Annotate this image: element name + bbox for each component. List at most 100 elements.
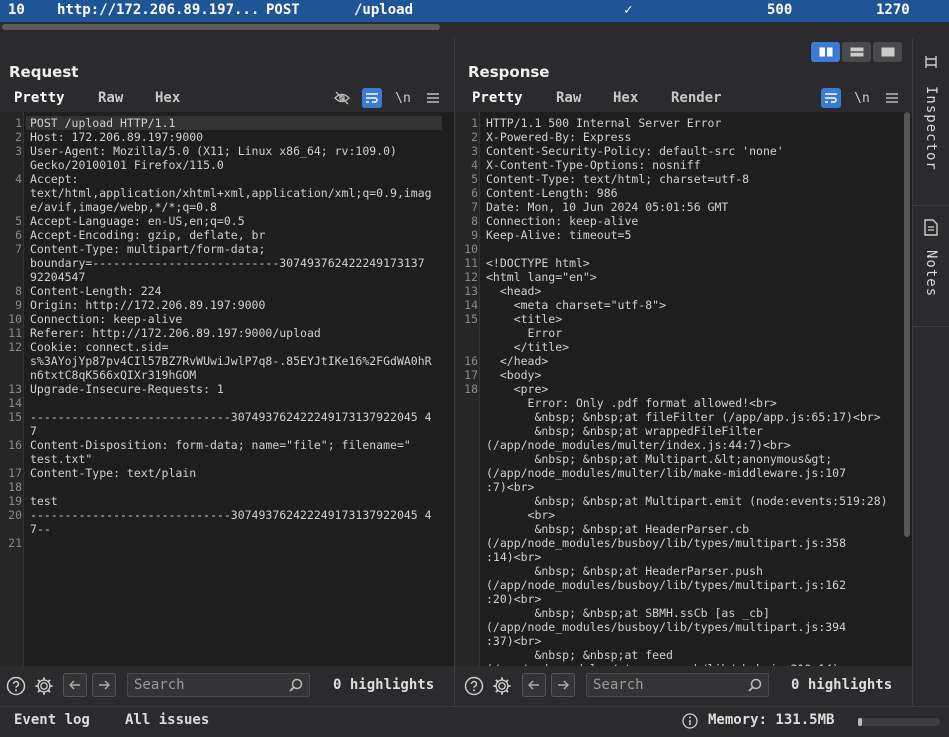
hide-nonprintable-eye-icon[interactable] <box>332 88 352 108</box>
response-vertical-scrollbar[interactable] <box>904 112 910 666</box>
line-number: 17 <box>8 466 22 480</box>
newline-toggle-icon[interactable]: \n <box>393 88 413 108</box>
event-log-link[interactable]: Event log <box>14 712 90 728</box>
code-line: 7 <box>30 424 37 438</box>
history-horizontal-scrollbar[interactable] <box>0 22 949 32</box>
code-line: POST /upload HTTP/1.1 <box>30 116 176 130</box>
code-line: Referer: http://172.206.89.197:9000/uplo… <box>30 326 321 340</box>
code-line: X-Powered-By: Express <box>486 130 632 144</box>
response-search-box[interactable] <box>586 673 769 697</box>
line-number: 5 <box>15 214 22 228</box>
tab-raw[interactable]: Raw <box>98 90 123 106</box>
code-line: <meta charset="utf-8"> <box>486 298 667 312</box>
all-issues-link[interactable]: All issues <box>125 712 209 728</box>
response-search-input[interactable] <box>593 676 743 694</box>
help-icon[interactable] <box>6 676 26 696</box>
tab-pretty[interactable]: Pretty <box>5 90 86 114</box>
row-number: 10 <box>8 2 25 18</box>
layout-toggle-group <box>811 42 903 62</box>
response-tabs: Pretty Raw Hex Render \n <box>456 86 912 114</box>
menu-icon[interactable] <box>423 88 443 108</box>
request-search-input[interactable] <box>134 676 284 694</box>
code-line: (/app/node_modules/multer/lib/make-middl… <box>486 466 847 480</box>
row-method: POST <box>266 2 300 18</box>
line-number: 8 <box>15 284 22 298</box>
sidebar-tab-inspector[interactable]: Inspector <box>913 38 949 206</box>
row-status: 500 <box>767 2 793 18</box>
code-line: HTTP/1.1 500 Internal Server Error <box>486 116 722 130</box>
settings-gear-icon[interactable] <box>492 676 512 696</box>
line-number: 15 <box>464 312 478 326</box>
help-icon[interactable] <box>464 676 484 696</box>
word-wrap-icon[interactable] <box>362 88 382 108</box>
inspector-sidebar: Inspector Notes <box>912 38 949 706</box>
code-line: <!DOCTYPE html> <box>486 256 590 270</box>
code-line: Error <box>486 326 563 340</box>
request-pane: Request Pretty Raw Hex \n 1 POST /upload … <box>0 38 455 706</box>
code-line: Content-Length: 224 <box>30 284 162 298</box>
code-line: :20)<br> <box>486 592 542 606</box>
code-line: <html lang="en"> <box>486 270 597 284</box>
next-arrow-icon[interactable] <box>92 673 116 697</box>
code-line: Upgrade-Insecure-Requests: 1 <box>30 382 224 396</box>
code-line: (/app/node_modules/multer/index.js:44:7)… <box>486 438 791 452</box>
memory-bar <box>858 718 940 726</box>
info-icon <box>682 713 698 733</box>
tab-pretty[interactable]: Pretty <box>463 90 544 114</box>
tab-render[interactable]: Render <box>671 90 722 106</box>
code-line: <head> <box>486 284 542 298</box>
scroll-thumb[interactable] <box>2 24 440 30</box>
line-number: 9 <box>15 298 22 312</box>
code-line: </head> <box>486 354 549 368</box>
code-line: Connection: keep-alive <box>30 312 183 326</box>
next-arrow-icon[interactable] <box>551 673 575 697</box>
code-line: :37)<br> <box>486 634 542 648</box>
code-line: -----------------------------30749376242… <box>30 410 432 424</box>
previous-arrow-icon[interactable] <box>63 673 87 697</box>
line-number: 8 <box>471 214 478 228</box>
sidebar-tab-notes[interactable]: Notes <box>913 206 949 327</box>
row-host: http://172.206.89.197... <box>57 2 260 18</box>
code-line: :7)<br> <box>486 480 535 494</box>
code-line: 7-- <box>30 522 51 536</box>
layout-tabs-icon[interactable] <box>873 42 902 62</box>
settings-gear-icon[interactable] <box>34 676 54 696</box>
code-line: Accept-Encoding: gzip, deflate, br <box>30 228 266 242</box>
code-line: &nbsp; &nbsp;at SBMH.ssCb [as _cb] <box>486 606 770 620</box>
response-title: Response <box>468 63 550 81</box>
code-line: <pre> <box>486 382 549 396</box>
request-search-box[interactable] <box>127 673 310 697</box>
code-line: &nbsp; &nbsp;at Multipart.emit (node:eve… <box>486 494 888 508</box>
line-number: 16 <box>464 354 478 368</box>
search-icon <box>748 678 762 696</box>
tab-hex[interactable]: Hex <box>613 90 638 106</box>
layout-side-by-side-icon[interactable] <box>811 42 840 62</box>
line-number: 14 <box>8 396 22 410</box>
line-number: 3 <box>471 144 478 158</box>
scroll-thumb[interactable] <box>904 112 910 537</box>
history-row-selected[interactable]: 10 http://172.206.89.197... POST /upload… <box>0 0 949 22</box>
menu-icon[interactable] <box>882 88 902 108</box>
code-line: (/app/node_modules/busboy/lib/types/mult… <box>486 578 847 592</box>
line-number: 10 <box>464 242 478 256</box>
code-line: 92204547 <box>30 270 86 284</box>
code-line: &nbsp; &nbsp;at wrappedFileFilter <box>486 424 763 438</box>
layout-stacked-icon[interactable] <box>842 42 871 62</box>
line-number: 5 <box>471 172 478 186</box>
word-wrap-icon[interactable] <box>821 88 841 108</box>
request-editor[interactable]: 1 POST /upload HTTP/1.1 2 Host: 172.206.89.… <box>0 112 454 666</box>
code-line: Connection: keep-alive <box>486 214 639 228</box>
code-line: n6txtC8qK566xQIXr319hGOM <box>30 368 197 382</box>
tab-raw[interactable]: Raw <box>556 90 581 106</box>
memory-usage: Memory: 131.5MB <box>708 712 835 728</box>
tab-hex[interactable]: Hex <box>155 90 180 106</box>
previous-arrow-icon[interactable] <box>522 673 546 697</box>
code-line: Host: 172.206.89.197:9000 <box>30 130 204 144</box>
code-line: Accept-Language: en-US,en;q=0.5 <box>30 214 245 228</box>
response-editor[interactable]: 1 HTTP/1.1 500 Internal Server Error 2 X-Po… <box>456 112 912 666</box>
line-number: 6 <box>471 186 478 200</box>
request-tabs: Pretty Raw Hex \n <box>0 86 454 114</box>
row-length: 1270 <box>876 2 910 18</box>
line-number: 9 <box>471 228 478 242</box>
newline-toggle-icon[interactable]: \n <box>852 88 872 108</box>
